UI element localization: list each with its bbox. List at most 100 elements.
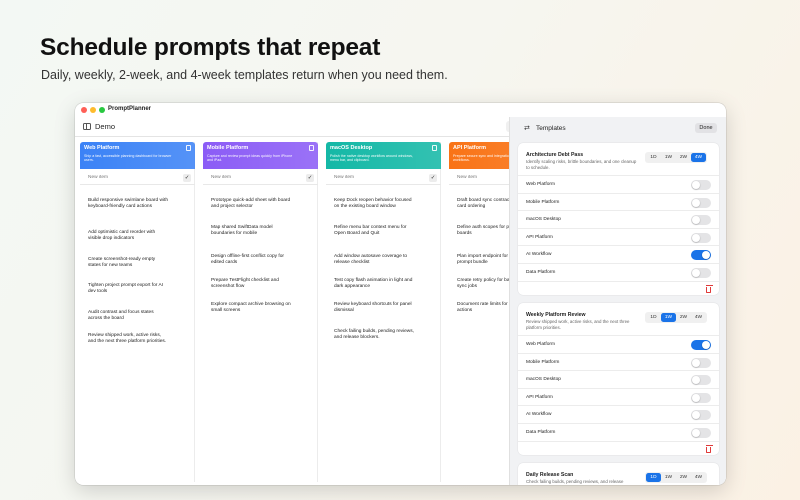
column-title: Web Platform xyxy=(84,145,120,151)
column-toggle[interactable] xyxy=(691,250,711,261)
card[interactable]: Audit contrast and focus states across t… xyxy=(88,310,168,322)
column-header: macOS Desktop Polish the native desktop w… xyxy=(326,142,441,169)
column-toggle[interactable] xyxy=(691,197,711,208)
minimize-window-button[interactable] xyxy=(90,107,96,113)
frequency-segmented-control: 1D 1W 2W 4W xyxy=(645,472,707,483)
template-name: Weekly Platform Review xyxy=(526,312,586,318)
frequency-option-4w[interactable]: 4W xyxy=(691,473,706,482)
column-toggle-label: Data Platform xyxy=(526,270,556,275)
template-column-row: macOS Desktop xyxy=(518,370,719,388)
column-toggle-label: Data Platform xyxy=(526,430,556,435)
frequency-option-1w[interactable]: 1W xyxy=(661,473,676,482)
frequency-option-4w[interactable]: 4W xyxy=(691,313,706,322)
frequency-option-1w[interactable]: 1W xyxy=(661,153,676,162)
template-name: Daily Release Scan xyxy=(526,472,574,478)
template-description: Review shipped work, active risks, and t… xyxy=(526,319,630,330)
column-toggle[interactable] xyxy=(691,357,711,368)
card[interactable]: Create screenshot-ready empty states for… xyxy=(88,257,168,269)
template-column-row: API Platform xyxy=(518,387,719,406)
copy-icon[interactable] xyxy=(309,145,314,151)
toggle-knob xyxy=(692,181,700,189)
template-column-row: Web Platform xyxy=(518,335,719,353)
trash-icon[interactable] xyxy=(705,285,713,293)
template-column-row: API Platform xyxy=(518,227,719,246)
new-item-input[interactable] xyxy=(211,175,291,180)
column-description: Ship a fast, accessible planning dashboa… xyxy=(84,154,172,163)
toggle-knob xyxy=(692,411,700,420)
templates-panel: ⇄ Templates Done Architecture Debt Pass I… xyxy=(509,117,726,485)
template-column-row: Data Platform xyxy=(518,263,719,281)
template-actions-row xyxy=(518,440,719,455)
new-item-input[interactable] xyxy=(88,175,168,180)
column-description: Polish the native desktop workflow aroun… xyxy=(330,154,413,163)
hero-title: Schedule prompts that repeat xyxy=(40,34,381,61)
card[interactable]: Check failing builds, pending reviews, a… xyxy=(334,329,414,341)
frequency-option-2w[interactable]: 2W xyxy=(676,313,691,322)
done-button[interactable]: Done xyxy=(695,123,717,133)
card[interactable]: Prototype quick-add sheet with board and… xyxy=(211,198,291,210)
column-toggle[interactable] xyxy=(691,428,711,438)
frequency-option-2w[interactable]: 2W xyxy=(676,153,691,162)
title-bar: PromptPlanner xyxy=(75,103,726,117)
card[interactable]: Build responsive swimlane board with key… xyxy=(88,198,168,210)
column-toggle[interactable] xyxy=(691,410,711,421)
column-toggle[interactable] xyxy=(691,232,711,243)
column-toggle[interactable] xyxy=(691,215,711,226)
template-description: Identify scaling risks, brittle boundari… xyxy=(526,159,637,170)
toggle-knob xyxy=(692,216,700,225)
add-item-check-button[interactable]: ✓ xyxy=(306,174,314,182)
copy-icon[interactable] xyxy=(186,145,191,151)
board-title: Demo xyxy=(95,122,116,131)
add-item-check-button[interactable]: ✓ xyxy=(429,174,437,182)
template-column-row: AI Workflow xyxy=(518,405,719,423)
column-header: Web Platform Ship a fast, accessible plan… xyxy=(80,142,195,169)
column-title: macOS Desktop xyxy=(330,145,373,151)
frequency-option-2w[interactable]: 2W xyxy=(676,473,691,482)
column-toggle-label: API Platform xyxy=(526,234,553,240)
frequency-segmented-control: 1D 1W 2W 4W xyxy=(645,312,707,323)
column-toggle[interactable] xyxy=(691,180,711,190)
add-item-check-button[interactable]: ✓ xyxy=(183,174,191,182)
panel-header: ⇄ Templates Done xyxy=(510,117,726,139)
template-actions-row xyxy=(518,280,719,295)
toggle-knob xyxy=(692,198,700,207)
new-item-input[interactable] xyxy=(334,175,414,180)
card[interactable]: Review keyboard shortcuts for panel dism… xyxy=(334,302,414,314)
card[interactable]: Keep Dock reopen behavior focused on the… xyxy=(334,198,414,210)
frequency-option-1d[interactable]: 1D xyxy=(646,313,661,322)
card[interactable]: Add window autosave coverage to release … xyxy=(334,254,414,266)
frequency-option-1d[interactable]: 1D xyxy=(646,153,661,162)
frequency-option-1w[interactable]: 1W xyxy=(661,313,676,322)
column-toggle[interactable] xyxy=(691,340,711,350)
board-column: Web Platform Ship a fast, accessible plan… xyxy=(80,142,195,482)
frequency-option-1d[interactable]: 1D xyxy=(646,473,661,482)
card[interactable]: Prepare TestFlight checklist and screens… xyxy=(211,278,291,290)
card[interactable]: Review shipped work, active risks, and t… xyxy=(88,333,168,345)
column-toggle[interactable] xyxy=(691,375,711,386)
column-toggle-label: AI Workflow xyxy=(526,412,552,418)
card[interactable]: Tighten project prompt export for AI dev… xyxy=(88,283,168,295)
close-window-button[interactable] xyxy=(81,107,87,113)
template-column-row: Mobile Platform xyxy=(518,352,719,371)
card[interactable]: Design offline-first conflict copy for e… xyxy=(211,254,291,266)
column-header: Mobile Platform Capture and review prompt… xyxy=(203,142,318,169)
trash-icon[interactable] xyxy=(705,445,713,453)
column-toggle-label: Mobile Platform xyxy=(526,359,560,365)
column-description: Capture and review prompt ideas quickly … xyxy=(207,154,293,163)
sidebar-toggle-icon[interactable] xyxy=(83,123,91,130)
copy-icon[interactable] xyxy=(432,145,437,151)
column-toggle[interactable] xyxy=(691,392,711,403)
template-card: Daily Release Scan Check failing builds, … xyxy=(518,463,719,485)
new-item-row: ✓ xyxy=(326,170,441,185)
zoom-window-button[interactable] xyxy=(99,107,105,113)
toggle-knob xyxy=(692,429,700,437)
template-column-row: Web Platform xyxy=(518,175,719,193)
card[interactable]: Refine menu bar context menu for Open Bo… xyxy=(334,225,414,237)
frequency-option-4w[interactable]: 4W xyxy=(691,153,706,162)
card[interactable]: Add optimistic card reorder with visible… xyxy=(88,230,168,242)
card[interactable]: Map shared SwiftData model boundaries fo… xyxy=(211,225,291,237)
card[interactable]: Test copy flash animation in light and d… xyxy=(334,278,414,290)
board-column: macOS Desktop Polish the native desktop w… xyxy=(326,142,441,482)
card[interactable]: Explore compact archive browsing on smal… xyxy=(211,302,291,314)
column-toggle[interactable] xyxy=(691,268,711,278)
